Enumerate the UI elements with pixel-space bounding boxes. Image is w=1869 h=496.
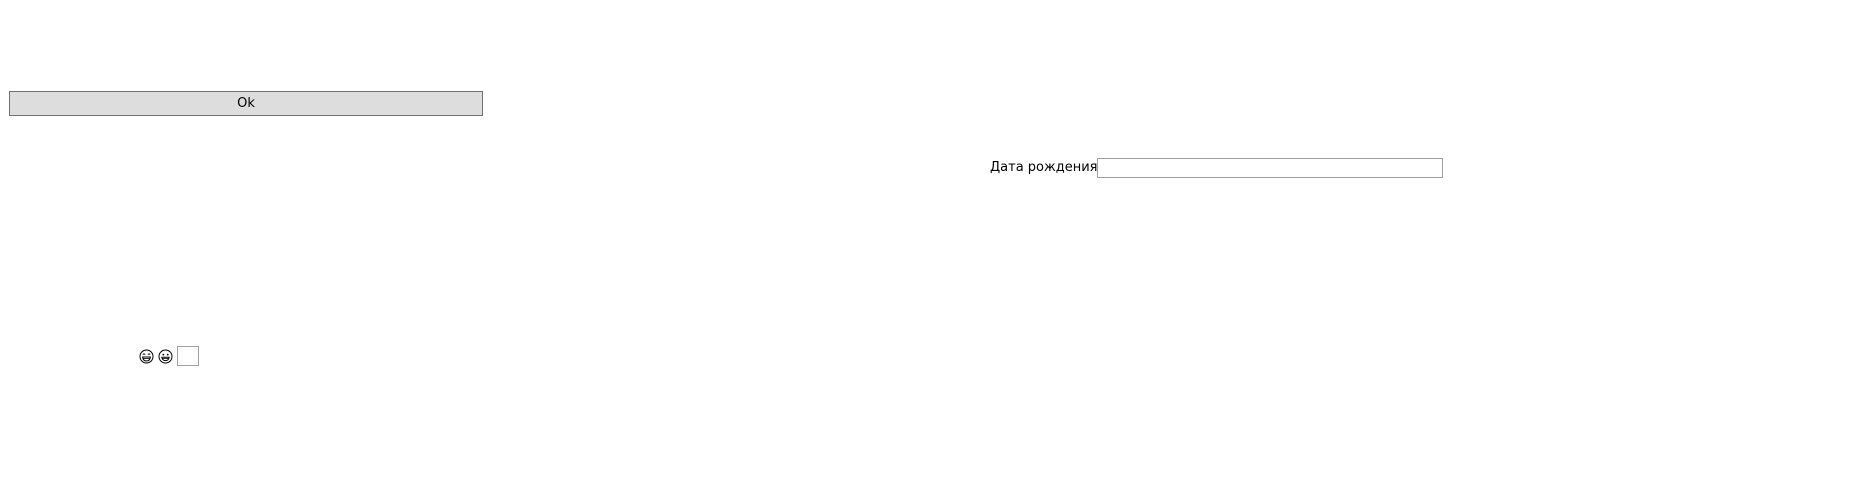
- emoji-row: [139, 346, 199, 366]
- birth-date-row: Дата рождения: [990, 158, 1444, 178]
- birth-date-label: Дата рождения: [990, 160, 1098, 175]
- laughing-face-icon: [139, 349, 154, 364]
- emoji-input[interactable]: [177, 346, 199, 366]
- grinning-face-icon: [158, 349, 173, 364]
- ok-button[interactable]: Ok: [9, 91, 483, 116]
- window-content: Ok Дата рождения: [0, 0, 1869, 496]
- birth-date-input[interactable]: [1097, 158, 1444, 178]
